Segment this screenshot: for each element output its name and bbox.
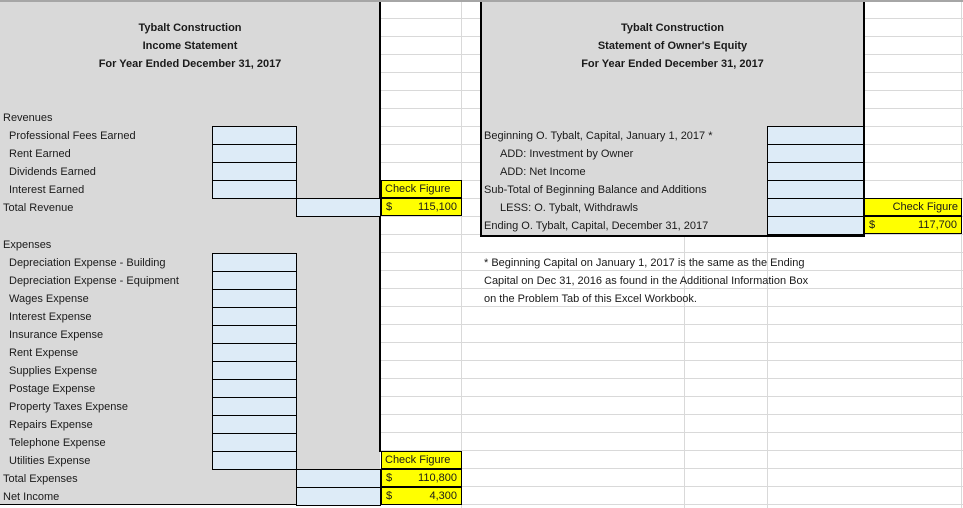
total-expenses-label: Total Expenses [3, 473, 78, 485]
check-figure-amount: 4,300 [429, 490, 457, 502]
equity-input-beginning-capital[interactable] [767, 126, 864, 145]
gridline-col [461, 0, 462, 508]
expense-item-label: Telephone Expense [9, 437, 106, 449]
expense-input[interactable] [212, 433, 297, 452]
expense-input[interactable] [212, 451, 297, 470]
expense-input[interactable] [212, 325, 297, 344]
currency-symbol: $ [386, 201, 393, 213]
equity-beginning-capital-label: Beginning O. Tybalt, Capital, January 1,… [484, 130, 713, 142]
expense-item-label: Supplies Expense [9, 365, 98, 377]
expense-input[interactable] [212, 271, 297, 290]
expense-input[interactable] [212, 379, 297, 398]
expense-item-label: Utilities Expense [9, 455, 91, 467]
total-expenses-input[interactable] [296, 469, 381, 488]
currency-symbol: $ [386, 490, 393, 502]
footnote-line: * Beginning Capital on January 1, 2017 i… [484, 257, 805, 269]
check-figure-expenses-value: $ 110,800 [381, 469, 462, 487]
footnote-line: on the Problem Tab of this Excel Workboo… [484, 293, 697, 305]
check-figure-amount: 115,100 [418, 201, 457, 213]
expense-input[interactable] [212, 343, 297, 362]
total-revenue-label: Total Revenue [3, 202, 74, 214]
expense-input[interactable] [212, 415, 297, 434]
expense-item-label: Depreciation Expense - Building [9, 257, 166, 269]
expenses-header: Expenses [3, 239, 52, 251]
total-revenue-input[interactable] [296, 198, 381, 217]
currency-symbol: $ [386, 472, 393, 484]
revenue-input-rent[interactable] [212, 144, 297, 163]
revenue-input-interest[interactable] [212, 180, 297, 199]
expense-item-label: Wages Expense [9, 293, 89, 305]
expense-item-label: Interest Expense [9, 311, 92, 323]
equity-input-withdrawals[interactable] [767, 198, 864, 217]
equity-input-investment[interactable] [767, 144, 864, 163]
check-figure-expenses-label: Check Figure [381, 451, 462, 469]
net-income-input[interactable] [296, 487, 381, 506]
income-title-period: For Year Ended December 31, 2017 [98, 58, 282, 70]
equity-panel-bottom-border [480, 235, 865, 237]
income-title-statement: Income Statement [142, 40, 238, 52]
expense-input[interactable] [212, 361, 297, 380]
expense-input[interactable] [212, 307, 297, 326]
revenue-item-label: Interest Earned [9, 184, 85, 196]
check-figure-amount: 117,700 [918, 219, 957, 231]
revenue-item-label: Dividends Earned [9, 166, 96, 178]
expense-input[interactable] [212, 289, 297, 308]
income-title-company: Tybalt Construction [138, 22, 242, 34]
revenue-input-professional-fees[interactable] [212, 126, 297, 145]
expense-item-label: Postage Expense [9, 383, 96, 395]
check-figure-equity-label: Check Figure [864, 198, 962, 216]
gridline-col [961, 0, 962, 508]
currency-symbol: $ [869, 219, 876, 231]
expense-item-label: Repairs Expense [9, 419, 93, 431]
revenue-item-label: Rent Earned [9, 148, 71, 160]
net-income-label: Net Income [3, 491, 60, 503]
expense-input[interactable] [212, 397, 297, 416]
check-figure-amount: 110,800 [418, 472, 457, 484]
check-figure-equity-value: $ 117,700 [864, 216, 962, 234]
check-figure-net-income-value: $ 4,300 [381, 487, 462, 505]
equity-input-ending-capital[interactable] [767, 216, 864, 235]
equity-input-subtotal[interactable] [767, 180, 864, 199]
expense-item-label: Rent Expense [9, 347, 79, 359]
expense-item-label: Property Taxes Expense [9, 401, 129, 413]
equity-title-statement: Statement of Owner's Equity [597, 40, 748, 52]
expense-input[interactable] [212, 253, 297, 272]
equity-less-withdrawals-label: LESS: O. Tybalt, Withdrawls [500, 202, 638, 214]
equity-ending-capital-label: Ending O. Tybalt, Capital, December 31, … [484, 220, 709, 232]
equity-add-investment-label: ADD: Investment by Owner [500, 148, 634, 160]
revenue-item-label: Professional Fees Earned [9, 130, 136, 142]
equity-title-period: For Year Ended December 31, 2017 [581, 58, 764, 70]
check-figure-revenue-label: Check Figure [381, 180, 462, 198]
expense-item-label: Depreciation Expense - Equipment [9, 275, 179, 287]
equity-add-net-income-label: ADD: Net Income [500, 166, 586, 178]
equity-subtotal-label: Sub-Total of Beginning Balance and Addit… [484, 184, 707, 196]
expense-item-label: Insurance Expense [9, 329, 104, 341]
equity-input-net-income[interactable] [767, 162, 864, 181]
equity-title-company: Tybalt Construction [620, 22, 725, 34]
footnote-line: Capital on Dec 31, 2016 as found in the … [484, 275, 809, 287]
revenue-input-dividends[interactable] [212, 162, 297, 181]
check-figure-revenue-value: $ 115,100 [381, 198, 462, 216]
revenues-header: Revenues [3, 112, 53, 124]
